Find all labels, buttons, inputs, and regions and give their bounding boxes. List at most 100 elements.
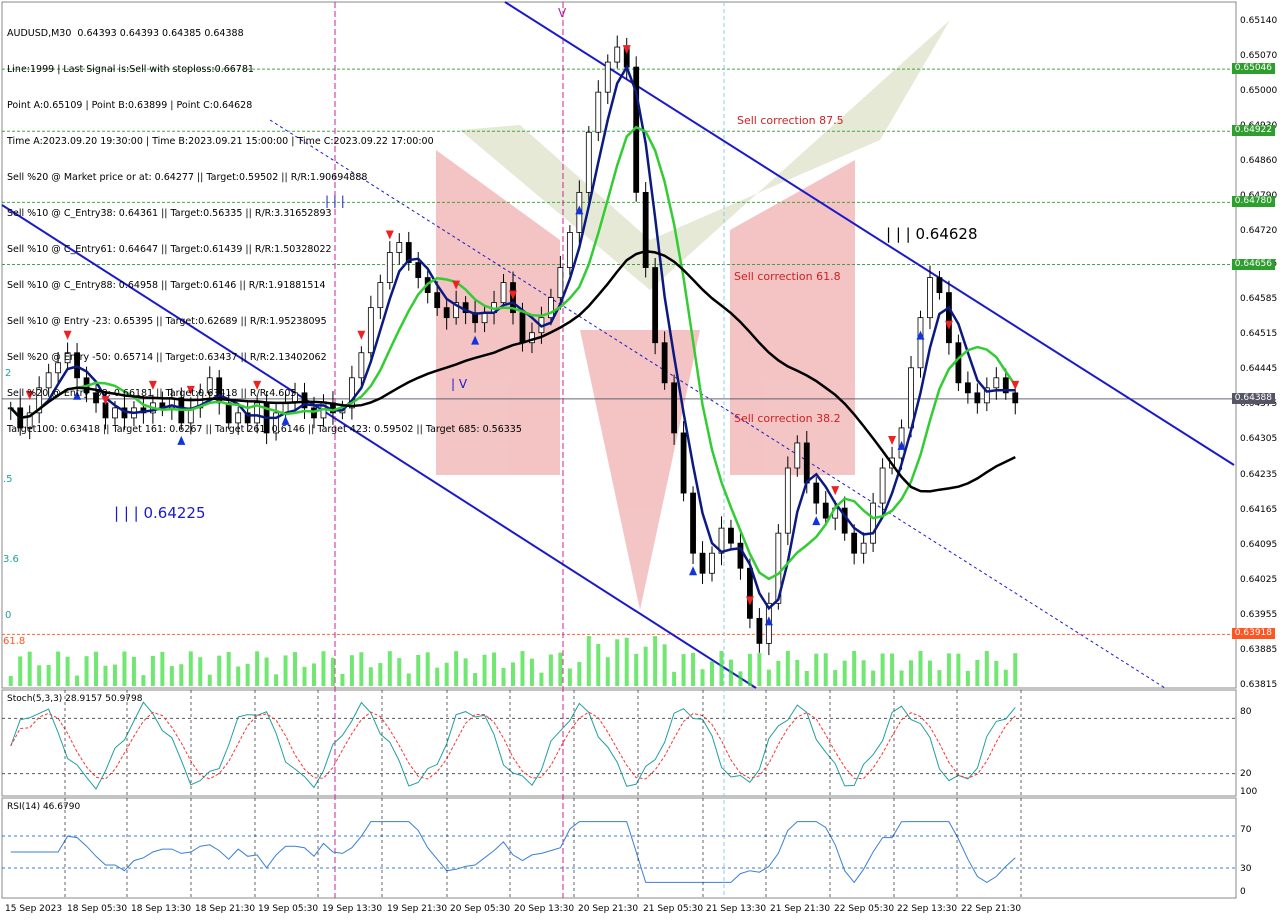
volume-bar bbox=[871, 670, 876, 686]
volume-bar bbox=[975, 660, 980, 686]
volume-bar bbox=[255, 651, 260, 686]
sell-correction-618: Sell correction 61.8 bbox=[734, 270, 841, 283]
volume-bar bbox=[586, 636, 591, 686]
volume-bar bbox=[728, 659, 733, 686]
candle-body bbox=[974, 392, 981, 404]
volume-bar bbox=[293, 652, 298, 686]
volume-bar bbox=[965, 670, 970, 686]
candle-body bbox=[557, 267, 564, 299]
volume-bar bbox=[37, 665, 42, 686]
volume-bar bbox=[861, 660, 866, 686]
volume-bar bbox=[141, 675, 146, 686]
stoch-level-20: 20 bbox=[1240, 769, 1252, 779]
price-tick: 0.63885 bbox=[1240, 644, 1278, 655]
volume-bar bbox=[747, 653, 752, 686]
volume-bar bbox=[302, 666, 307, 686]
candle-body bbox=[822, 502, 829, 519]
time-tick: 22 Sep 13:30 bbox=[897, 904, 958, 914]
volume-bar bbox=[435, 667, 440, 686]
volume-bar bbox=[776, 661, 781, 686]
candle-body bbox=[870, 502, 877, 544]
volume-bar bbox=[681, 654, 686, 686]
price-tick: 0.64095 bbox=[1240, 539, 1278, 550]
candle-body bbox=[879, 467, 886, 504]
volume-bar bbox=[994, 660, 999, 686]
candle-body bbox=[604, 61, 611, 93]
volume-bar bbox=[122, 651, 127, 686]
candle-body bbox=[955, 342, 962, 384]
volume-bar bbox=[558, 652, 563, 686]
volume-bar bbox=[548, 654, 553, 686]
price-tick: 0.63815 bbox=[1240, 680, 1278, 690]
time-tick: 21 Sep 13:30 bbox=[706, 904, 767, 914]
candle-body bbox=[690, 492, 696, 554]
volume-bar bbox=[94, 651, 99, 686]
candle-body bbox=[566, 232, 573, 268]
rsi-level-100: 100 bbox=[1240, 787, 1258, 797]
volume-bar bbox=[425, 652, 430, 686]
volume-bar bbox=[833, 670, 838, 686]
volume-bar bbox=[899, 670, 904, 686]
volume-bar bbox=[662, 644, 667, 686]
candle-body bbox=[699, 552, 706, 574]
volume-bar bbox=[501, 668, 506, 686]
volume-bar bbox=[946, 653, 951, 686]
volume-bar bbox=[245, 663, 250, 686]
volume-bar bbox=[112, 664, 117, 686]
time-tick: 19 Sep 21:30 bbox=[387, 904, 448, 914]
volume-bar bbox=[511, 662, 515, 686]
candle-body bbox=[652, 267, 659, 344]
volume-bar bbox=[397, 658, 402, 686]
candle-body bbox=[851, 532, 858, 554]
volume-bar bbox=[46, 664, 51, 686]
stoch-title: Stoch(5,3,3) 28.9157 50.9798 bbox=[7, 694, 143, 704]
info-line: Point A:0.65109 | Point B:0.63899 | Poin… bbox=[7, 100, 253, 111]
sell-correction-382: Sell correction 38.2 bbox=[734, 412, 841, 425]
volume-bar bbox=[65, 656, 70, 686]
fib-left-618: 61.8 bbox=[3, 636, 26, 647]
candle-body bbox=[661, 342, 668, 384]
volume-bar bbox=[909, 660, 914, 686]
volume-bar bbox=[842, 660, 847, 686]
volume-bar bbox=[359, 652, 364, 686]
volume-bar bbox=[738, 671, 743, 686]
price-tick: 0.65140 bbox=[1240, 16, 1278, 26]
candle-body bbox=[728, 527, 734, 544]
candle-body bbox=[680, 432, 687, 494]
volume-bar bbox=[368, 667, 373, 686]
candle-body bbox=[595, 91, 602, 133]
price-tick: 0.64165 bbox=[1240, 504, 1278, 515]
volume-bar bbox=[927, 660, 932, 686]
volume-bar bbox=[169, 666, 174, 686]
volume-bar bbox=[56, 651, 61, 686]
volume-bar bbox=[757, 653, 762, 686]
volume-bar bbox=[349, 655, 354, 686]
price-tag: 0.64656 bbox=[1231, 258, 1275, 270]
volume-bar bbox=[624, 637, 629, 686]
rsi-pane bbox=[1, 797, 1237, 899]
volume-bar bbox=[473, 673, 478, 686]
symbol-line: AUDUSD,M30 0.64393 0.64393 0.64385 0.643… bbox=[7, 28, 244, 39]
volume-bar bbox=[880, 653, 885, 686]
volume-bar bbox=[634, 653, 639, 686]
time-tick: 21 Sep 05:30 bbox=[643, 904, 704, 914]
info-line: Sell %20 @ Entry -50: 0.65714 || Target:… bbox=[7, 352, 327, 363]
point-low-label: | | | 0.64225 bbox=[114, 504, 206, 522]
volume-bar bbox=[463, 658, 468, 686]
volume-bar bbox=[823, 653, 828, 686]
time-tick: 18 Sep 13:30 bbox=[131, 904, 192, 914]
time-tick: 22 Sep 05:30 bbox=[834, 904, 895, 914]
candle-body bbox=[927, 277, 933, 319]
candle-body bbox=[917, 317, 924, 369]
candle-body bbox=[794, 442, 801, 469]
fib-left-36: 3.6 bbox=[3, 554, 19, 565]
volume-bar bbox=[188, 651, 193, 686]
volume-bar bbox=[444, 662, 449, 686]
volume-bar bbox=[984, 651, 989, 686]
time-tick: 20 Sep 13:30 bbox=[514, 904, 575, 914]
candle-body bbox=[964, 382, 971, 394]
volume-bar bbox=[937, 670, 942, 686]
stoch-level-80: 80 bbox=[1240, 707, 1252, 717]
candle-body bbox=[642, 191, 649, 268]
info-line: Target100: 0.63418 || Target 161: 0.6267… bbox=[7, 424, 522, 435]
